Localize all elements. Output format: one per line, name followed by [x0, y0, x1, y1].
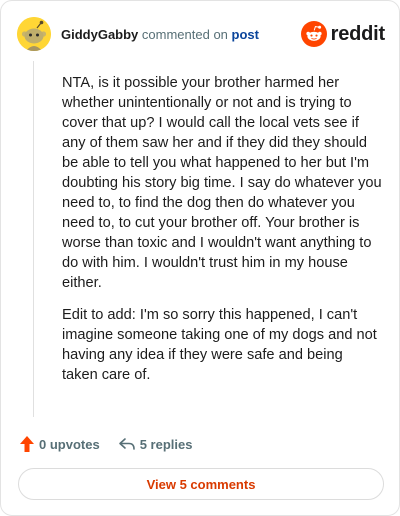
- snoo-avatar-icon: [17, 17, 51, 51]
- comment-paragraph: NTA, is it possible your brother harmed …: [62, 75, 382, 291]
- reddit-wordmark: reddit: [330, 22, 386, 45]
- action-text: commented on: [141, 27, 228, 42]
- comment-body: NTA, is it possible your brother harmed …: [62, 73, 382, 397]
- view-comments-button[interactable]: View 5 comments: [18, 468, 384, 500]
- reddit-logo-icon: [300, 21, 327, 47]
- reply-arrow-icon: [118, 438, 135, 450]
- comment-paragraph: Edit to add: I'm so sorry this happened,…: [62, 307, 377, 383]
- comment-actions: 0 upvotes 5 replies: [19, 434, 192, 454]
- username-link[interactable]: GiddyGabby: [61, 27, 138, 42]
- comment-card: GiddyGabby commented on post reddit NTA,…: [0, 0, 400, 516]
- comment-meta: GiddyGabby commented on post: [61, 27, 259, 43]
- upvote-button[interactable]: 0 upvotes: [19, 435, 100, 453]
- reddit-brand[interactable]: reddit: [300, 21, 386, 47]
- thread-line: [33, 61, 34, 417]
- upvote-count: 0 upvotes: [39, 436, 100, 452]
- replies-button[interactable]: 5 replies: [118, 436, 193, 452]
- replies-count: 5 replies: [139, 436, 193, 452]
- post-link[interactable]: post: [232, 27, 259, 42]
- comment-header: GiddyGabby commented on post reddit: [17, 17, 385, 53]
- upvote-arrow-icon: [20, 436, 34, 452]
- user-avatar[interactable]: [17, 17, 51, 51]
